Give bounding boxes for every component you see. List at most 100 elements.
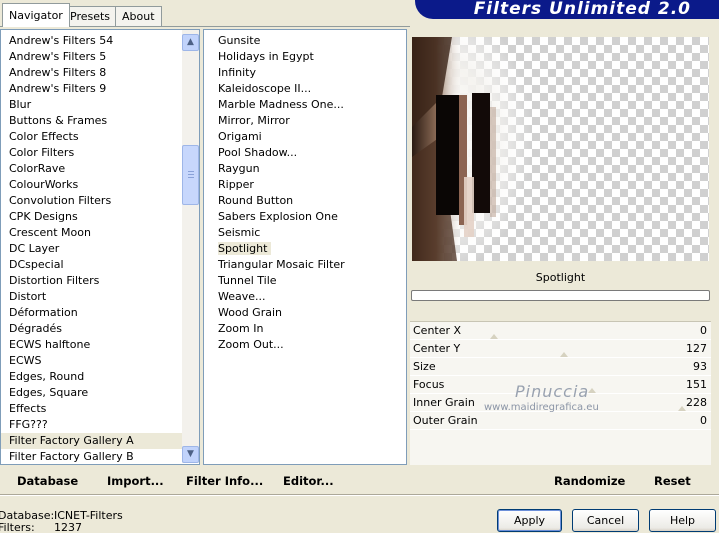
filter-item[interactable]: Tunnel Tile <box>204 273 406 289</box>
filter-item-label: Holidays in Egypt <box>218 50 314 63</box>
filter-info-button[interactable]: Filter Info... <box>186 474 263 488</box>
filter-item[interactable]: Ripper <box>204 177 406 193</box>
database-button[interactable]: Database <box>17 474 78 488</box>
filter-item[interactable]: Round Button <box>204 193 406 209</box>
filter-item[interactable]: Origami <box>204 129 406 145</box>
randomize-button[interactable]: Randomize <box>554 474 625 488</box>
filter-item[interactable]: Triangular Mosaic Filter <box>204 257 406 273</box>
filter-item[interactable]: Kaleidoscope II... <box>204 81 406 97</box>
param-value[interactable]: 93 <box>693 360 707 373</box>
filter-item[interactable]: Marble Madness One... <box>204 97 406 113</box>
filter-item-label: Pool Shadow... <box>218 146 298 159</box>
param-value[interactable]: 151 <box>686 378 707 391</box>
param-label: Inner Grain <box>413 396 475 409</box>
category-item[interactable]: Color Filters <box>1 145 199 161</box>
filters-value: 1237 <box>54 521 82 533</box>
filter-item[interactable]: Zoom Out... <box>204 337 406 353</box>
apply-button[interactable]: Apply <box>497 509 562 532</box>
filter-item-label: Round Button <box>218 194 294 207</box>
category-item[interactable]: Edges, Round <box>1 369 199 385</box>
slider-thumb-icon[interactable] <box>560 352 568 357</box>
param-label: Size <box>413 360 436 373</box>
filter-item-label: Ripper <box>218 178 254 191</box>
scroll-thumb[interactable] <box>182 145 199 205</box>
cancel-button[interactable]: Cancel <box>572 509 639 532</box>
category-list[interactable]: Andrew's Filters 54 Andrew's Filters 5 And… <box>0 29 200 465</box>
filter-item-label: Tunnel Tile <box>218 274 277 287</box>
category-item[interactable]: Effects <box>1 401 199 417</box>
filter-item-label: Sabers Explosion One <box>218 210 338 223</box>
category-item[interactable]: Andrew's Filters 5 <box>1 49 199 65</box>
slider-thumb-icon[interactable] <box>490 334 498 339</box>
category-item[interactable]: Crescent Moon <box>1 225 199 241</box>
tab-about[interactable]: About <box>115 6 162 26</box>
help-button[interactable]: Help <box>649 509 716 532</box>
category-item[interactable]: Dégradés <box>1 321 199 337</box>
category-item[interactable]: CPK Designs <box>1 209 199 225</box>
filter-item-label: Raygun <box>218 162 260 175</box>
filter-item[interactable]: Holidays in Egypt <box>204 49 406 65</box>
category-item[interactable]: ColorRave <box>1 161 199 177</box>
category-item[interactable]: DCspecial <box>1 257 199 273</box>
filter-item[interactable]: Gunsite <box>204 33 406 49</box>
category-item[interactable]: Andrew's Filters 54 <box>1 33 199 49</box>
category-item[interactable]: ECWS <box>1 353 199 369</box>
category-item[interactable]: Distort <box>1 289 199 305</box>
filter-list[interactable]: Gunsite Holidays in Egypt Infinity Kaleidos… <box>203 29 407 465</box>
category-item[interactable]: Edges, Square <box>1 385 199 401</box>
filter-item[interactable]: Spotlight <box>204 241 406 257</box>
filter-item[interactable]: Sabers Explosion One <box>204 209 406 225</box>
filter-item-label: Weave... <box>218 290 266 303</box>
current-filter-name: Spotlight <box>535 271 586 284</box>
category-item[interactable]: Filter Factory Gallery A <box>1 433 182 449</box>
category-item[interactable]: Andrew's Filters 8 <box>1 65 199 81</box>
category-item[interactable]: FFG??? <box>1 417 199 433</box>
category-item[interactable]: Déformation <box>1 305 199 321</box>
category-item[interactable]: Filter Factory Gallery B <box>1 449 199 464</box>
category-item[interactable]: ColourWorks <box>1 177 199 193</box>
reset-button[interactable]: Reset <box>654 474 691 488</box>
category-item[interactable]: DC Layer <box>1 241 199 257</box>
filter-item-label: Zoom In <box>218 322 264 335</box>
category-item[interactable]: ECWS halftone <box>1 337 199 353</box>
param-value[interactable]: 228 <box>686 396 707 409</box>
spotlight-preview-graphic <box>412 37 562 261</box>
param-value[interactable]: 0 <box>700 414 707 427</box>
filter-item[interactable]: Raygun <box>204 161 406 177</box>
import-button[interactable]: Import... <box>107 474 164 488</box>
filter-item[interactable]: Mirror, Mirror <box>204 113 406 129</box>
slider-thumb-icon[interactable] <box>678 406 686 411</box>
scroll-down-icon[interactable]: ▼ <box>182 446 199 463</box>
filter-item[interactable]: Seismic <box>204 225 406 241</box>
param-row[interactable]: Outer Grain 0 <box>410 412 711 430</box>
filter-item[interactable]: Pool Shadow... <box>204 145 406 161</box>
param-row[interactable]: Center Y 127 <box>410 340 711 358</box>
param-row[interactable]: Size 93 <box>410 358 711 376</box>
param-value[interactable]: 127 <box>686 342 707 355</box>
watermark-name: Pinuccia <box>515 382 590 401</box>
filter-item[interactable]: Weave... <box>204 289 406 305</box>
filter-item[interactable]: Infinity <box>204 65 406 81</box>
filters-status: Filters: 1237 <box>0 521 82 533</box>
progress-bar <box>411 290 710 301</box>
app-title: Filters Unlimited 2.0 <box>473 0 691 19</box>
bottom-separator <box>0 494 719 496</box>
filter-item-label: Zoom Out... <box>218 338 284 351</box>
category-item[interactable]: Distortion Filters <box>1 273 199 289</box>
param-row[interactable]: Center X 0 <box>410 322 711 340</box>
category-scrollbar[interactable]: ▲ ▼ <box>182 30 199 463</box>
category-item[interactable]: Buttons & Frames <box>1 113 199 129</box>
filter-item[interactable]: Zoom In <box>204 321 406 337</box>
tab-presets[interactable]: Presets <box>63 6 118 26</box>
filter-item[interactable]: Wood Grain <box>204 305 406 321</box>
category-item[interactable]: Blur <box>1 97 199 113</box>
category-item[interactable]: Convolution Filters <box>1 193 199 209</box>
editor-button[interactable]: Editor... <box>283 474 334 488</box>
category-item[interactable]: Color Effects <box>1 129 199 145</box>
filter-item-label: Kaleidoscope II... <box>218 82 312 95</box>
tab-navigator[interactable]: Navigator <box>2 3 70 27</box>
scroll-up-icon[interactable]: ▲ <box>182 34 199 51</box>
param-value[interactable]: 0 <box>700 324 707 337</box>
param-label: Center X <box>413 324 462 337</box>
category-item[interactable]: Andrew's Filters 9 <box>1 81 199 97</box>
